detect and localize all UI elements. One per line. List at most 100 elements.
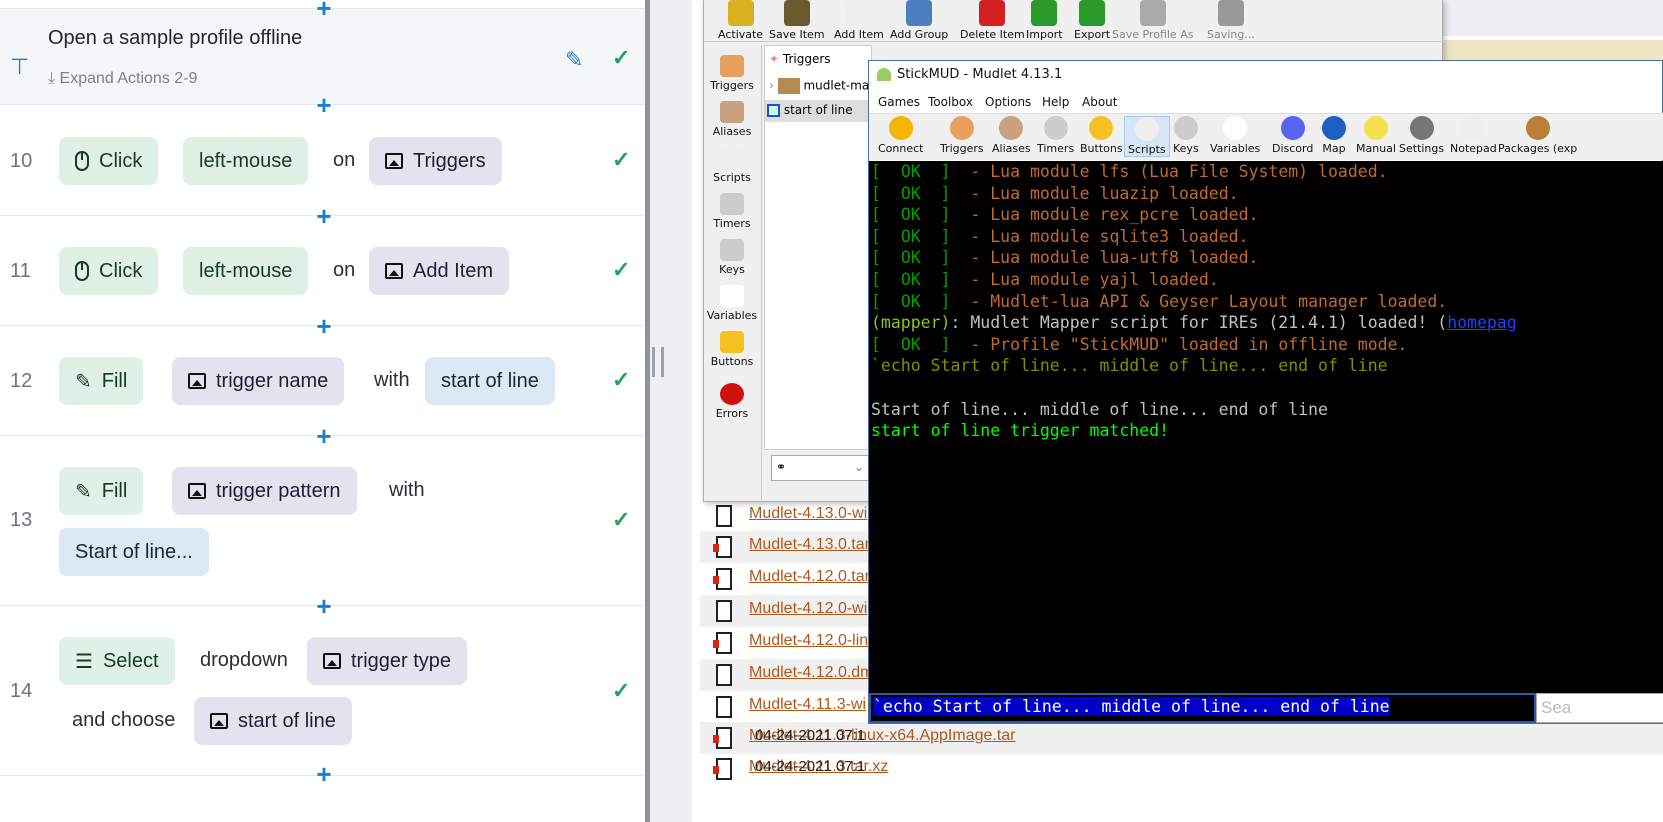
toolbar-import[interactable]: Import — [1026, 0, 1063, 41]
value-chip[interactable]: Start of line... — [59, 528, 209, 576]
add-step-button[interactable]: + — [315, 423, 333, 449]
action-label: Fill — [101, 479, 128, 502]
toolbar-aliases[interactable]: Aliases — [989, 116, 1034, 155]
ok-tag: OK — [900, 183, 921, 203]
toolbar-save-profile-as[interactable]: Save Profile As — [1112, 0, 1193, 41]
action-chip[interactable]: ✎ Fill — [59, 467, 144, 515]
sidebar-keys[interactable]: Keys — [704, 239, 760, 276]
toolbar-connect[interactable]: Connect — [875, 116, 926, 155]
arg-chip[interactable]: left-mouse — [183, 247, 309, 295]
add-step-button[interactable]: + — [315, 593, 333, 619]
toolbar-export[interactable]: Export — [1074, 0, 1110, 41]
file-link[interactable]: Mudlet-4.12.0.tar — [749, 568, 870, 586]
toolbar-discord[interactable]: Discord — [1269, 116, 1316, 155]
file-link[interactable]: Mudlet-4.12.0.dm — [749, 664, 874, 682]
sidebar-timers[interactable]: Timers — [704, 193, 760, 230]
chevron-down-icon: ⌄ — [854, 460, 865, 474]
command-input[interactable]: `echo Start of line... middle of line...… — [869, 693, 1536, 723]
homepage-link[interactable]: homepag — [1447, 313, 1517, 332]
file-link[interactable]: Mudlet-4.12.0-linu — [749, 632, 877, 650]
target-chip[interactable]: trigger type — [307, 637, 468, 685]
toolbar-packages-exp[interactable]: Packages (exp — [1495, 116, 1580, 155]
expand-actions-link[interactable]: ⤓ Expand Actions 2-9 — [48, 70, 197, 88]
tree-root[interactable]: ✦ Triggers — [769, 52, 831, 66]
toolbar-keys[interactable]: Keys — [1170, 116, 1202, 155]
toolbar-settings[interactable]: Settings — [1396, 116, 1447, 155]
target-chip[interactable]: Triggers — [369, 137, 502, 185]
file-link[interactable]: Mudlet-4.11.3-wi — [749, 696, 866, 714]
add-step-button[interactable]: + — [315, 203, 333, 229]
tree-folder[interactable]: › mudlet-ma — [769, 78, 869, 94]
toolbar-manual[interactable]: Manual — [1353, 116, 1399, 155]
step-row[interactable]: 10 Click left-mouse on Triggers ✓ — [0, 105, 645, 216]
file-link[interactable]: Mudlet-4.12.0-wi — [749, 600, 867, 618]
arg-chip[interactable]: left-mouse — [183, 137, 309, 185]
ok-tag: OK — [900, 226, 921, 246]
file-row[interactable]: Mudlet-4.11.3.tar.xz 04-24-2021 07:1 — [700, 753, 1663, 785]
edit-icon[interactable]: ✎ — [565, 47, 583, 73]
triggers-label: Triggers — [710, 79, 754, 92]
file-link[interactable]: Mudlet-4.13.0.tar — [749, 536, 870, 554]
toolbar-save-item[interactable]: Save Item — [769, 0, 825, 41]
menu-about[interactable]: About — [1082, 95, 1117, 109]
notepad-icon — [1461, 116, 1486, 140]
action-chip[interactable]: ✎ Fill — [59, 357, 144, 405]
file-date: 04-24-2021 07:1 — [755, 758, 866, 775]
target-chip[interactable]: Add Item — [369, 247, 510, 295]
map-label: Map — [1322, 142, 1346, 155]
errors-label: Errors — [715, 407, 749, 420]
value-chip[interactable]: start of line — [425, 357, 555, 405]
toolbar-scripts[interactable]: Scripts — [1124, 116, 1170, 157]
add-step-button[interactable]: + — [315, 0, 333, 21]
add-step-button[interactable]: + — [315, 313, 333, 339]
add-step-button[interactable]: + — [315, 92, 333, 118]
editor-toolbar: Activate Save Item Add Item Add Group Delete… — [704, 0, 1444, 42]
toolbar-triggers[interactable]: Triggers — [937, 116, 987, 155]
ok-tag: OK — [900, 334, 921, 354]
toolbar-timers[interactable]: Timers — [1034, 116, 1077, 155]
sidebar-errors[interactable]: Errors — [704, 383, 760, 420]
action-chip[interactable]: Click — [59, 137, 159, 185]
toolbar-notepad[interactable]: Notepad — [1447, 116, 1500, 155]
step-row[interactable]: 13 ✎ Fill trigger pattern with Start of l… — [0, 436, 645, 606]
action-chip[interactable]: Click — [59, 247, 159, 295]
toolbar-delete-item[interactable]: Delete Item — [960, 0, 1025, 41]
sidebar-buttons[interactable]: Buttons — [704, 331, 760, 368]
toolbar-saving[interactable]: Saving... — [1207, 0, 1255, 41]
target-chip[interactable]: trigger pattern — [172, 467, 357, 515]
sidebar-scripts[interactable]: Scripts — [704, 147, 760, 184]
sidebar-variables[interactable]: Variables — [704, 285, 760, 322]
tree-folder-label: mudlet-ma — [803, 78, 870, 93]
action-chip[interactable]: ☰ Select — [59, 637, 175, 685]
search-input[interactable]: Sea — [1536, 693, 1663, 723]
menu-help[interactable]: Help — [1042, 95, 1069, 109]
toolbar-add-group[interactable]: Add Group — [890, 0, 948, 41]
menu-toolbox[interactable]: Toolbox — [928, 95, 973, 109]
add-step-button[interactable]: + — [315, 761, 333, 787]
image-icon — [385, 153, 403, 169]
menu-options[interactable]: Options — [985, 95, 1031, 109]
sidebar-aliases[interactable]: Aliases — [704, 101, 760, 138]
value-chip[interactable]: start of line — [194, 697, 352, 745]
menu-games[interactable]: Games — [878, 95, 920, 109]
toolbar-map[interactable]: Map — [1319, 116, 1349, 155]
timers-icon — [1043, 116, 1068, 140]
sidebar-triggers[interactable]: Triggers — [704, 55, 760, 92]
file-link[interactable]: Mudlet-4.13.0-wi — [749, 505, 867, 523]
resize-handle[interactable] — [652, 347, 664, 377]
step-row[interactable]: 14 ☰ Select dropdown trigger type and cho… — [0, 606, 645, 776]
search-type-dropdown[interactable]: ⚭ ⌄ — [771, 455, 871, 481]
ok-tag: OK — [900, 269, 921, 289]
toolbar-variables[interactable]: Variables — [1207, 116, 1263, 155]
keys-label: Keys — [1173, 142, 1199, 155]
toolbar-add-item[interactable]: Add Item — [834, 0, 884, 41]
step-row[interactable]: 12 ✎ Fill trigger name with start of line… — [0, 326, 645, 436]
target-chip[interactable]: trigger name — [172, 357, 345, 405]
toolbar-buttons[interactable]: Buttons — [1077, 116, 1126, 155]
step-row[interactable]: 11 Click left-mouse on Add Item ✓ — [0, 216, 645, 326]
toolbar-activate[interactable]: Activate — [718, 0, 763, 41]
tree-item-selected[interactable]: start of line — [765, 100, 873, 122]
file-row[interactable]: Mudlet-4.11.3-linux-x64.AppImage.tar 04-2… — [700, 722, 1663, 754]
step-number: 10 — [10, 150, 33, 172]
aliases-icon — [720, 101, 744, 123]
